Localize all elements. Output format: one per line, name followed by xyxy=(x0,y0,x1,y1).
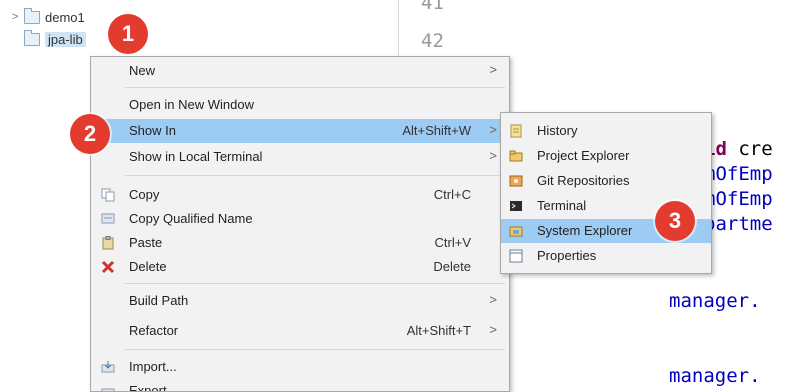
menu-separator xyxy=(125,283,505,284)
submenu-item-git-repositories[interactable]: Git Repositories xyxy=(501,169,711,193)
submenu-arrow-icon: > xyxy=(489,122,497,137)
code-line: partme xyxy=(704,213,773,235)
menu-item-export[interactable]: Export... xyxy=(91,379,509,391)
menu-separator xyxy=(125,87,505,88)
code-line: manager. xyxy=(669,290,761,312)
menu-item-paste[interactable]: Paste Ctrl+V xyxy=(91,231,509,255)
context-menu: New > Open in New Window Show In Alt+Shi… xyxy=(90,56,510,392)
menu-item-show-in-local-terminal[interactable]: Show in Local Terminal > xyxy=(91,145,509,169)
project-folder-icon xyxy=(24,29,40,46)
delete-icon xyxy=(101,260,115,274)
history-icon xyxy=(510,124,522,138)
tree-item-demo1[interactable]: > demo1 xyxy=(12,7,85,26)
copy-qualified-icon xyxy=(101,213,115,224)
submenu-arrow-icon: > xyxy=(489,62,497,77)
copy-icon xyxy=(101,188,115,202)
menu-item-copy[interactable]: Copy Ctrl+C xyxy=(91,183,509,207)
menu-item-new[interactable]: New > xyxy=(91,59,509,83)
export-icon xyxy=(101,388,115,391)
menu-item-build-path[interactable]: Build Path > xyxy=(91,289,509,313)
system-explorer-icon xyxy=(509,226,523,237)
submenu-item-project-explorer[interactable]: Project Explorer xyxy=(501,144,711,168)
menu-separator xyxy=(125,349,505,350)
submenu-item-history[interactable]: History xyxy=(501,119,711,143)
menu-shortcut: Delete xyxy=(433,259,471,274)
step-badge-3: 3 xyxy=(655,201,695,241)
menu-item-open-in-new-window[interactable]: Open in New Window xyxy=(91,93,509,117)
menu-shortcut: Ctrl+C xyxy=(433,187,471,202)
code-line: manager. xyxy=(669,365,761,387)
git-repositories-icon xyxy=(509,175,523,187)
menu-shortcut: Ctrl+V xyxy=(434,235,471,250)
menu-shortcut: Alt+Shift+W xyxy=(402,123,471,138)
terminal-icon xyxy=(510,201,522,211)
code-line: mOfEmp xyxy=(704,188,773,210)
menu-separator xyxy=(125,175,505,176)
line-number: 41 xyxy=(421,0,444,14)
chevron-right-icon[interactable]: > xyxy=(12,11,24,23)
step-badge-2: 2 xyxy=(70,114,110,154)
menu-item-import[interactable]: Import... xyxy=(91,355,509,379)
submenu-arrow-icon: > xyxy=(489,322,497,337)
paste-icon xyxy=(102,236,114,250)
tree-item-label: demo1 xyxy=(45,9,85,25)
tree-item-label: jpa-lib xyxy=(45,31,86,47)
menu-item-show-in[interactable]: Show In Alt+Shift+W > xyxy=(91,119,509,143)
properties-icon xyxy=(509,249,523,263)
line-number: 42 xyxy=(421,30,444,52)
submenu-arrow-icon: > xyxy=(489,148,497,163)
menu-item-refactor[interactable]: Refactor Alt+Shift+T > xyxy=(91,319,509,343)
submenu-item-properties[interactable]: Properties xyxy=(501,244,711,268)
import-icon xyxy=(101,361,115,373)
menu-item-delete[interactable]: Delete Delete xyxy=(91,255,509,279)
menu-item-copy-qualified-name[interactable]: Copy Qualified Name xyxy=(91,207,509,231)
project-explorer-icon xyxy=(509,150,523,162)
show-in-submenu: History Project Explorer Git Repositorie… xyxy=(500,112,712,274)
code-line: id cre xyxy=(704,138,773,160)
project-folder-icon xyxy=(24,7,40,24)
tree-item-jpa-lib[interactable]: jpa-lib xyxy=(12,29,86,48)
code-line: mOfEmp xyxy=(704,163,773,185)
submenu-arrow-icon: > xyxy=(489,292,497,307)
step-badge-1: 1 xyxy=(108,14,148,54)
menu-shortcut: Alt+Shift+T xyxy=(406,323,471,338)
